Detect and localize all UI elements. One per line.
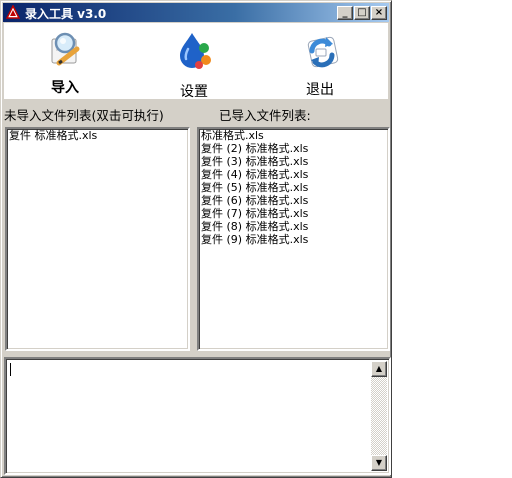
scroll-down-button[interactable]: ▼ xyxy=(371,455,387,471)
not-imported-list-label: 未导入文件列表(双击可执行) xyxy=(4,108,164,123)
memo-scrollbar[interactable]: ▲ ▼ xyxy=(371,361,387,471)
maximize-button[interactable]: □ xyxy=(354,6,370,20)
main-window: 录入工具 v3.0 _ □ × 导入 设置 退出 未导入文件列表(双击可执行) … xyxy=(0,0,392,478)
list-item[interactable]: 复件 (3) 标准格式.xls xyxy=(199,155,388,168)
import-label: 导入 xyxy=(51,80,79,96)
settings-button[interactable]: 设置 xyxy=(149,23,239,100)
log-memo[interactable]: ▲ ▼ xyxy=(4,357,391,475)
settings-label: 设置 xyxy=(180,84,208,100)
close-button[interactable]: × xyxy=(371,6,387,20)
scroll-up-button[interactable]: ▲ xyxy=(371,361,387,377)
list-item[interactable]: 复件 (5) 标准格式.xls xyxy=(199,181,388,194)
list-item[interactable]: 复件 (4) 标准格式.xls xyxy=(199,168,388,181)
text-caret xyxy=(10,363,11,376)
list-item[interactable]: 复件 (7) 标准格式.xls xyxy=(199,207,388,220)
not-imported-file-list[interactable]: 复件 标准格式.xls xyxy=(5,127,190,351)
list-item[interactable]: 复件 标准格式.xls xyxy=(7,129,188,142)
refresh-arrow-icon xyxy=(307,36,339,68)
imported-file-list[interactable]: 标准格式.xls 复件 (2) 标准格式.xls 复件 (3) 标准格式.xls 复件… xyxy=(197,127,390,351)
magnifier-pencil-icon xyxy=(51,32,80,66)
import-button[interactable]: 导入 xyxy=(20,23,110,99)
exit-button[interactable]: 退出 xyxy=(275,23,365,99)
window-title: 录入工具 v3.0 xyxy=(25,7,107,21)
app-icon xyxy=(6,5,20,19)
title-bar[interactable]: 录入工具 v3.0 _ □ × xyxy=(3,3,389,22)
imported-list-label: 已导入文件列表: xyxy=(219,108,311,123)
minimize-button[interactable]: _ xyxy=(337,6,353,20)
list-item[interactable]: 复件 (9) 标准格式.xls xyxy=(199,233,388,246)
list-item[interactable]: 复件 (8) 标准格式.xls xyxy=(199,220,388,233)
toolbar: 导入 设置 退出 xyxy=(4,23,388,100)
list-item[interactable]: 复件 (6) 标准格式.xls xyxy=(199,194,388,207)
list-item[interactable]: 复件 (2) 标准格式.xls xyxy=(199,142,388,155)
exit-label: 退出 xyxy=(306,82,334,98)
list-item[interactable]: 标准格式.xls xyxy=(199,129,388,142)
drops-settings-icon xyxy=(180,33,211,69)
